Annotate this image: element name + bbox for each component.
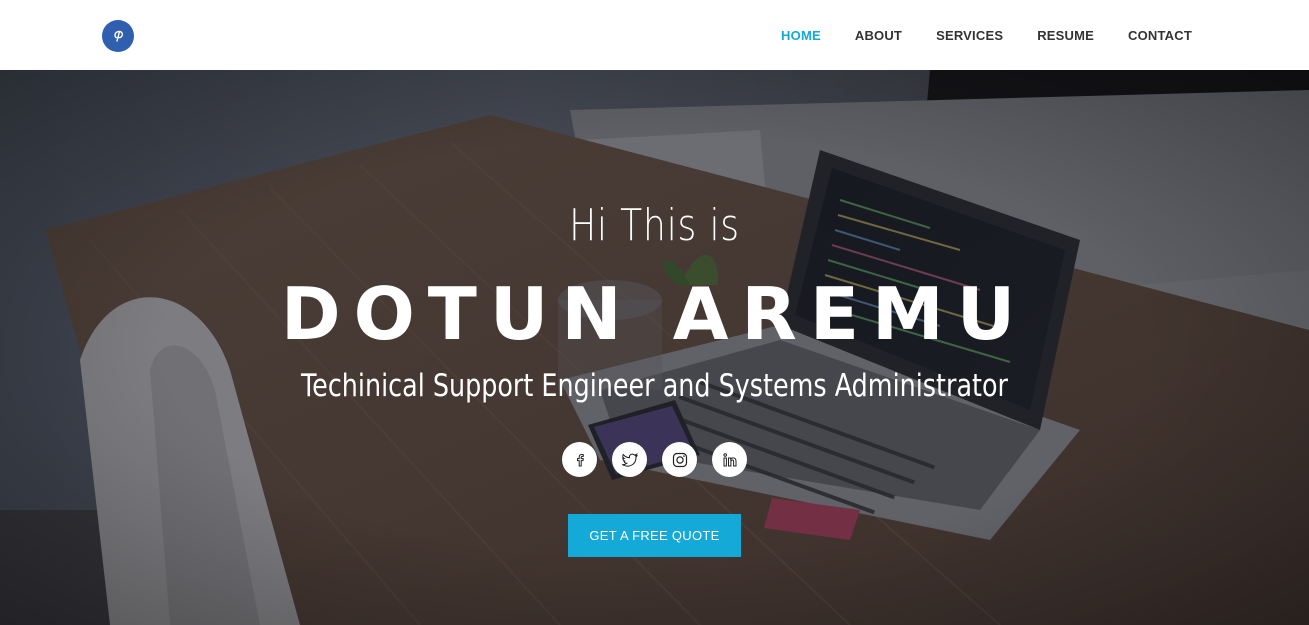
hero-tagline: Techinical Support Engineer and Systems … [300, 368, 1009, 404]
instagram-icon [672, 452, 687, 467]
facebook-icon [576, 453, 584, 466]
social-links [0, 442, 1309, 477]
nav-contact[interactable]: CONTACT [1128, 28, 1192, 43]
facebook-link[interactable] [562, 442, 597, 477]
twitter-icon [621, 452, 638, 467]
navbar: HOME ABOUT SERVICES RESUME CONTACT [0, 0, 1309, 70]
twitter-link[interactable] [612, 442, 647, 477]
get-free-quote-button[interactable]: GET A FREE QUOTE [568, 514, 741, 557]
nav-home[interactable]: HOME [781, 28, 821, 43]
hero-section: Hi This is DOTUN AREMU Techinical Suppor… [0, 70, 1309, 625]
linkedin-link[interactable] [712, 442, 747, 477]
linkedin-icon [722, 452, 736, 466]
main-nav: HOME ABOUT SERVICES RESUME CONTACT [747, 0, 1192, 70]
hero-name: DOTUN AREMU [280, 272, 1029, 356]
nav-services[interactable]: SERVICES [936, 28, 1003, 43]
site-logo[interactable] [102, 20, 134, 52]
hero-content: Hi This is DOTUN AREMU Techinical Suppor… [0, 70, 1309, 625]
pinterest-p-logo-icon [114, 30, 124, 42]
instagram-link[interactable] [662, 442, 697, 477]
nav-resume[interactable]: RESUME [1037, 28, 1094, 43]
nav-about[interactable]: ABOUT [855, 28, 902, 43]
hero-greeting: Hi This is [569, 200, 740, 251]
